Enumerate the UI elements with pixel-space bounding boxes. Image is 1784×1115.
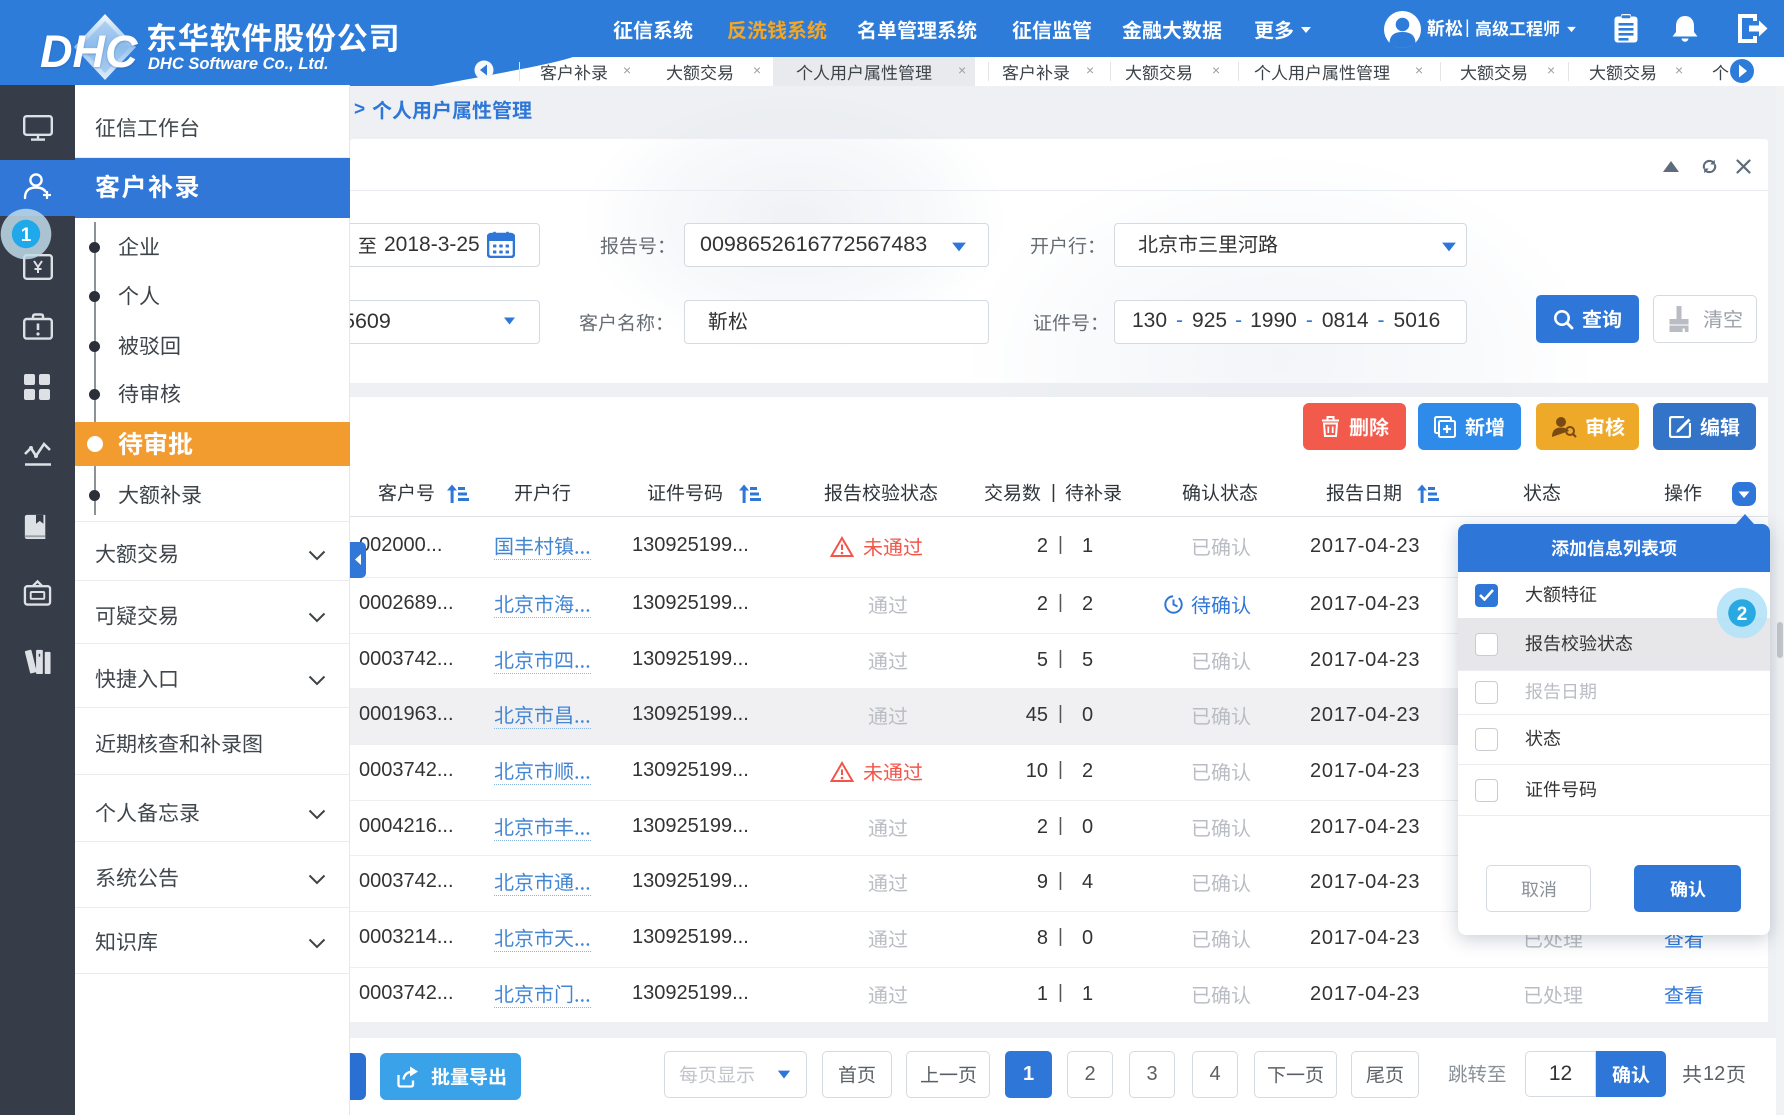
svg-text:1: 1 — [21, 225, 32, 246]
svg-text:2: 2 — [1737, 604, 1748, 625]
